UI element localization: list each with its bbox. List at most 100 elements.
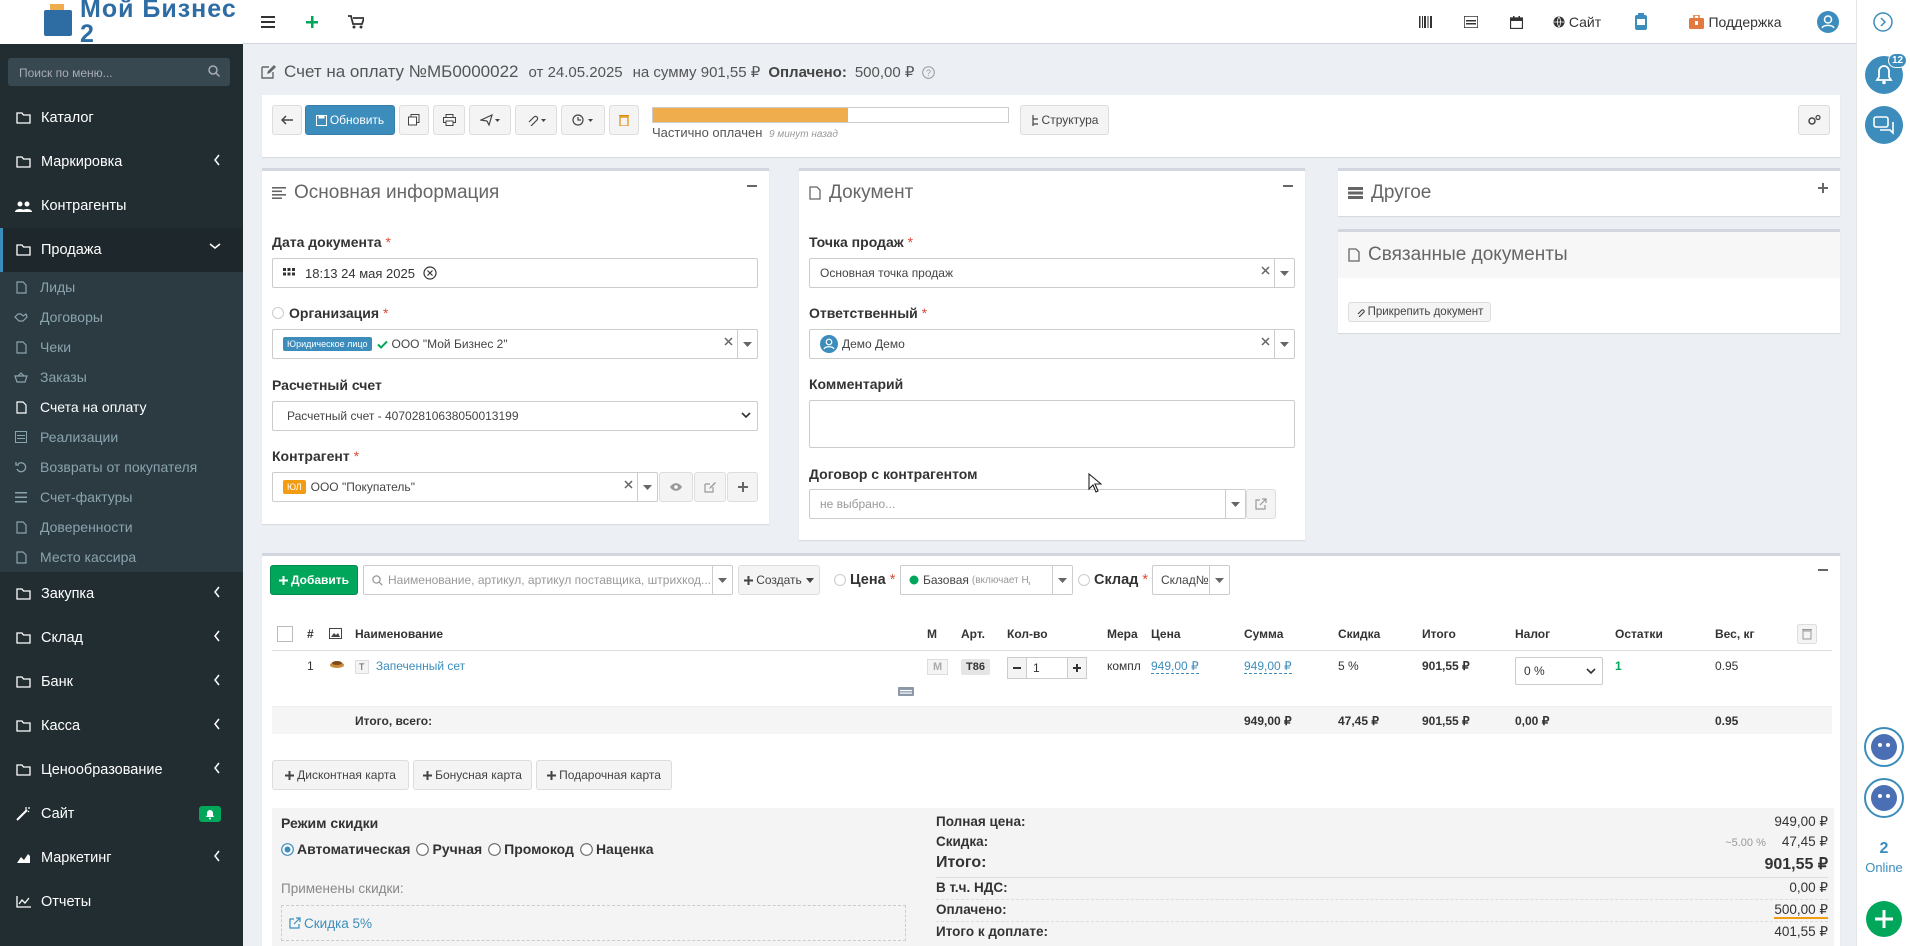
sidebar-sub-realizations[interactable]: Реализации (0, 422, 243, 452)
sidebar-item-contractors[interactable]: Контрагенты (0, 184, 243, 228)
contract-select[interactable]: не выбрано... (809, 489, 1246, 519)
sidebar-search-input[interactable]: Поиск по меню... (8, 58, 230, 86)
update-button[interactable]: Обновить (305, 105, 395, 135)
row-menu-icon[interactable] (898, 686, 914, 696)
copy-button[interactable] (399, 105, 429, 135)
radio-markup[interactable]: Наценка (580, 841, 653, 857)
sidebar-sub-cashier[interactable]: Место кассира (0, 542, 243, 572)
item-search-input[interactable]: Наименование, артикул, артикул поставщик… (363, 565, 733, 595)
chevron-down-icon[interactable] (1274, 330, 1294, 358)
sidebar-sub-contracts[interactable]: Договоры (0, 302, 243, 332)
back-button[interactable] (272, 105, 302, 135)
notifications-bell-icon[interactable]: 12 (1864, 53, 1908, 95)
collapse-document-button[interactable] (1283, 181, 1293, 191)
app-logo[interactable]: Мой Бизнес 2 (0, 0, 243, 47)
sidebar-sub-powers[interactable]: Доверенности (0, 512, 243, 542)
create-dropdown-button[interactable]: Создать (738, 565, 820, 595)
radio-manual[interactable]: Ручная (416, 841, 482, 857)
sidebar-item-warehouse[interactable]: Склад (0, 616, 243, 660)
decrease-qty-button[interactable] (1007, 656, 1027, 679)
radio-promocode[interactable]: Промокод (488, 841, 574, 857)
attach-document-button[interactable]: Прикрепить документ (1348, 302, 1491, 322)
list-icon[interactable] (1462, 0, 1480, 44)
gift-card-button[interactable]: Подарочная карта (536, 760, 672, 790)
chevron-down-icon[interactable] (712, 566, 732, 594)
collapse-items-button[interactable] (1818, 565, 1828, 575)
delete-button[interactable] (609, 105, 639, 135)
sidebar-sub-returns[interactable]: Возвраты от покупателя (0, 452, 243, 482)
user-avatar-icon[interactable] (1816, 0, 1840, 44)
collapse-main-info-button[interactable] (747, 181, 757, 191)
applied-discount-link[interactable]: Скидка 5% (304, 916, 372, 931)
price-type-select[interactable]: Базовая (включает НДС) (900, 565, 1073, 595)
sidebar-item-marking[interactable]: Маркировка (0, 140, 243, 184)
quick-add-icon[interactable] (1865, 900, 1903, 938)
sum-editable[interactable]: 949,00 ₽ (1244, 658, 1292, 674)
mark-badge[interactable]: М (927, 658, 949, 675)
select-all-checkbox[interactable] (272, 618, 302, 651)
sidebar-sub-leads[interactable]: Лиды (0, 272, 243, 302)
online-indicator[interactable]: 2 Online (1857, 840, 1910, 875)
history-dropdown-button[interactable] (561, 105, 605, 135)
sidebar-item-purchase[interactable]: Закупка (0, 572, 243, 616)
chevron-down-icon[interactable] (1209, 566, 1229, 594)
tax-select[interactable]: 0 % (1515, 656, 1603, 685)
chevron-down-icon[interactable] (1274, 259, 1294, 287)
clear-circle-icon[interactable] (423, 266, 437, 280)
attach-dropdown-button[interactable] (515, 105, 557, 135)
assistant-avatar-2-icon[interactable] (1864, 778, 1904, 818)
cart-icon[interactable] (344, 0, 368, 44)
send-dropdown-button[interactable] (469, 105, 511, 135)
add-contractor-button[interactable] (727, 472, 758, 502)
responsible-select[interactable]: Демо Демо (809, 329, 1295, 359)
chevron-down-icon[interactable] (737, 330, 757, 358)
expand-other-button[interactable] (1818, 183, 1828, 193)
site-link[interactable]: Сайт (1551, 0, 1603, 44)
date-field[interactable]: 18:13 24 мая 2025 (272, 258, 758, 288)
sales-point-select[interactable]: Основная точка продаж (809, 258, 1295, 288)
structure-button[interactable]: Структура (1020, 105, 1109, 135)
barcode-icon[interactable] (1417, 0, 1435, 44)
sidebar-item-catalog[interactable]: Каталог (0, 96, 243, 140)
product-thumbnail[interactable] (324, 650, 350, 707)
sidebar-item-marketing[interactable]: Маркетинг (0, 836, 243, 880)
clear-icon[interactable] (624, 480, 633, 489)
contractor-select[interactable]: ЮЛ ООО "Покупатель" (272, 472, 658, 502)
add-icon[interactable] (300, 0, 324, 44)
open-contract-button[interactable] (1246, 489, 1276, 519)
comment-textarea[interactable] (809, 400, 1295, 448)
chat-icon[interactable] (1864, 105, 1904, 145)
sidebar-sub-invoices-factura[interactable]: Счет-фактуры (0, 482, 243, 512)
edit-contractor-button[interactable] (694, 472, 726, 502)
sidebar-sub-invoices[interactable]: Счета на оплату (0, 392, 243, 422)
chevron-down-icon[interactable] (1225, 490, 1245, 518)
assistant-avatar-icon[interactable] (1864, 727, 1904, 767)
sidebar-item-reports[interactable]: Отчеты (0, 880, 243, 924)
product-name-link[interactable]: Запеченный сет (376, 659, 465, 673)
sidebar-item-cash[interactable]: Касса (0, 704, 243, 748)
view-contractor-button[interactable] (659, 472, 693, 502)
sidebar-item-site[interactable]: Сайт (0, 792, 243, 836)
sidebar-sub-orders[interactable]: Заказы (0, 362, 243, 392)
menu-toggle-icon[interactable] (256, 0, 280, 44)
chevron-down-icon[interactable] (1052, 566, 1072, 594)
price-editable[interactable]: 949,00 ₽ (1151, 658, 1199, 674)
warehouse-select[interactable]: Склад№ (1152, 565, 1230, 595)
help-icon[interactable]: ? (922, 65, 936, 79)
qty-input[interactable]: 1 (1027, 656, 1067, 679)
bonus-card-button[interactable]: Бонусная карта (413, 760, 532, 790)
calendar-icon[interactable] (1507, 0, 1525, 44)
sidebar-item-pricing[interactable]: Ценообразование (0, 748, 243, 792)
clear-icon[interactable] (724, 337, 733, 346)
sidebar-item-bank[interactable]: Банк (0, 660, 243, 704)
chevron-down-icon[interactable] (637, 473, 657, 501)
collapse-right-icon[interactable] (1873, 12, 1893, 32)
radio-automatic[interactable]: Автоматическая (281, 841, 410, 857)
settings-button[interactable] (1798, 105, 1830, 135)
print-button[interactable] (433, 105, 465, 135)
organization-select[interactable]: Юридическое лицо ООО "Мой Бизнес 2" (272, 329, 758, 359)
support-link[interactable]: Поддержка (1687, 0, 1784, 44)
delete-rows-button[interactable] (1792, 618, 1832, 651)
table-row[interactable]: 1 Т Запеченный сет М Т86 1 компл 949,00 … (272, 650, 1832, 707)
sidebar-item-sales[interactable]: Продажа (0, 228, 243, 272)
